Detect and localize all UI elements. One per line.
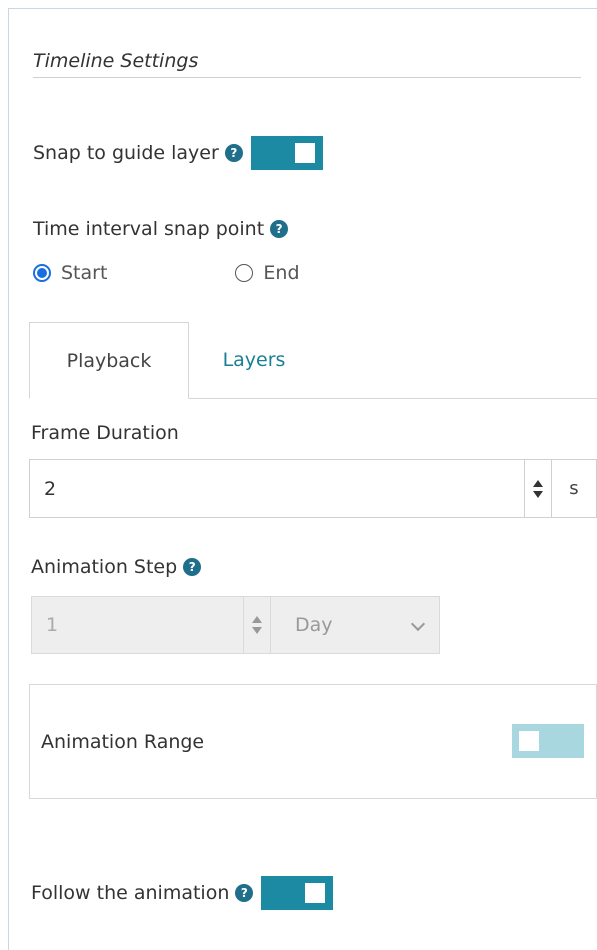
- panel-border-left: [8, 8, 9, 950]
- toggle-knob: [519, 731, 539, 751]
- animation-step-value: 1: [46, 614, 59, 636]
- help-icon[interactable]: ?: [224, 144, 243, 162]
- help-icon[interactable]: ?: [183, 558, 202, 576]
- animation-step-input[interactable]: 1: [31, 596, 271, 654]
- settings-tabs: Playback Layers: [29, 322, 597, 399]
- radio-start-label: Start: [61, 262, 108, 284]
- frame-duration-value: 2: [44, 477, 57, 500]
- caret-up-icon[interactable]: [533, 479, 543, 487]
- animation-range-toggle[interactable]: [512, 724, 584, 758]
- help-icon[interactable]: ?: [235, 884, 254, 902]
- tab-layers[interactable]: Layers: [189, 322, 319, 398]
- caret-down-icon[interactable]: [252, 627, 262, 634]
- help-icon[interactable]: ?: [270, 220, 289, 238]
- animation-step-row: Animation Step ?: [31, 556, 202, 578]
- radio-end-label: End: [263, 262, 300, 284]
- toggle-knob: [305, 883, 326, 903]
- caret-down-icon[interactable]: [533, 490, 543, 498]
- snap-point-row: Time interval snap point ?: [33, 218, 289, 240]
- follow-animation-label: Follow the animation: [31, 882, 230, 904]
- snap-point-radio-group: Start End: [33, 262, 300, 284]
- caret-up-icon[interactable]: [252, 616, 262, 623]
- snap-point-label: Time interval snap point: [33, 218, 265, 240]
- section-title: Timeline Settings: [33, 50, 199, 72]
- animation-range-label: Animation Range: [41, 730, 205, 753]
- frame-duration-stepper[interactable]: [524, 460, 551, 517]
- animation-step-unit-select[interactable]: Day: [270, 596, 440, 654]
- radio-start[interactable]: Start: [33, 262, 107, 284]
- animation-step-label: Animation Step: [31, 556, 178, 578]
- chevron-down-icon: [410, 616, 426, 632]
- follow-animation-row: Follow the animation ?: [31, 876, 334, 910]
- panel-border-top: [8, 8, 597, 9]
- radio-end-circle[interactable]: [235, 264, 254, 282]
- radio-end[interactable]: End: [235, 262, 300, 284]
- snap-to-guide-toggle[interactable]: [250, 136, 323, 170]
- animation-range-panel: Animation Range: [29, 684, 597, 799]
- animation-step-unit: Day: [295, 614, 333, 636]
- snap-to-guide-label: Snap to guide layer: [33, 142, 219, 164]
- frame-duration-label: Frame Duration: [31, 422, 179, 444]
- follow-animation-toggle[interactable]: [261, 876, 334, 910]
- tab-playback[interactable]: Playback: [29, 322, 189, 399]
- toggle-knob: [294, 143, 315, 163]
- snap-to-guide-row: Snap to guide layer ?: [33, 136, 323, 170]
- animation-step-stepper[interactable]: [243, 597, 270, 653]
- radio-start-circle[interactable]: [33, 264, 51, 282]
- frame-duration-input[interactable]: 2: [29, 459, 552, 518]
- frame-duration-unit: s: [551, 459, 597, 518]
- title-divider: [33, 77, 581, 78]
